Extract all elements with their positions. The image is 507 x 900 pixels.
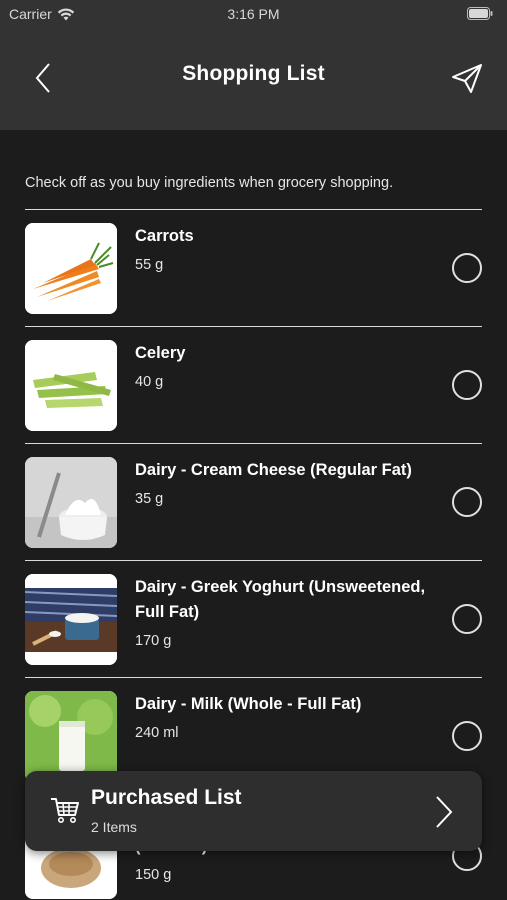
cart-icon xyxy=(51,798,79,823)
item-name: Carrots xyxy=(135,227,194,245)
purchased-list-title: Purchased List xyxy=(91,786,242,809)
list-item: Dairy - Greek Yoghurt (Unsweetened, Full… xyxy=(25,561,482,678)
check-circle[interactable] xyxy=(452,721,482,751)
item-image-cream-cheese xyxy=(25,457,117,548)
purchased-count: 2 Items xyxy=(91,819,137,835)
item-image-celery xyxy=(25,340,117,431)
status-time: 3:16 PM xyxy=(227,6,280,22)
item-quantity: 240 ml xyxy=(135,725,179,741)
list-item: Carrots 55 g xyxy=(25,210,482,327)
item-image-greek-yoghurt xyxy=(25,574,117,665)
item-image-milk xyxy=(25,691,117,782)
item-quantity: 35 g xyxy=(135,491,164,507)
chevron-right-icon xyxy=(436,796,453,828)
share-button[interactable] xyxy=(449,60,485,96)
check-circle[interactable] xyxy=(452,487,482,517)
item-quantity: 40 g xyxy=(135,374,164,390)
purchased-list-button[interactable]: Purchased List 2 Items xyxy=(25,771,482,851)
list-item: Dairy - Cream Cheese (Regular Fat) 35 g xyxy=(25,444,482,561)
battery-icon xyxy=(467,7,493,23)
check-circle[interactable] xyxy=(452,370,482,400)
item-name: Dairy - Cream Cheese (Regular Fat) xyxy=(135,461,412,479)
item-name: Dairy - Milk (Whole - Full Fat) xyxy=(135,695,362,713)
intro-text: Check off as you buy ingredients when gr… xyxy=(25,175,394,191)
list-item: Celery 40 g xyxy=(25,327,482,444)
item-quantity: 150 g xyxy=(135,867,172,883)
status-bar: Carrier 3:16 PM xyxy=(0,0,507,30)
item-quantity: 55 g xyxy=(135,257,164,273)
send-icon xyxy=(452,64,482,93)
check-circle[interactable] xyxy=(452,604,482,634)
item-name: Dairy - Greek Yoghurt (Unsweetened, Full… xyxy=(135,578,426,621)
item-name: Celery xyxy=(135,344,186,362)
item-quantity: 170 g xyxy=(135,633,172,649)
page-title: Shopping List xyxy=(182,62,325,85)
item-image-carrots xyxy=(25,223,117,314)
check-circle[interactable] xyxy=(452,253,482,283)
header: Carrier 3:16 PM Shopping List xyxy=(0,0,507,130)
